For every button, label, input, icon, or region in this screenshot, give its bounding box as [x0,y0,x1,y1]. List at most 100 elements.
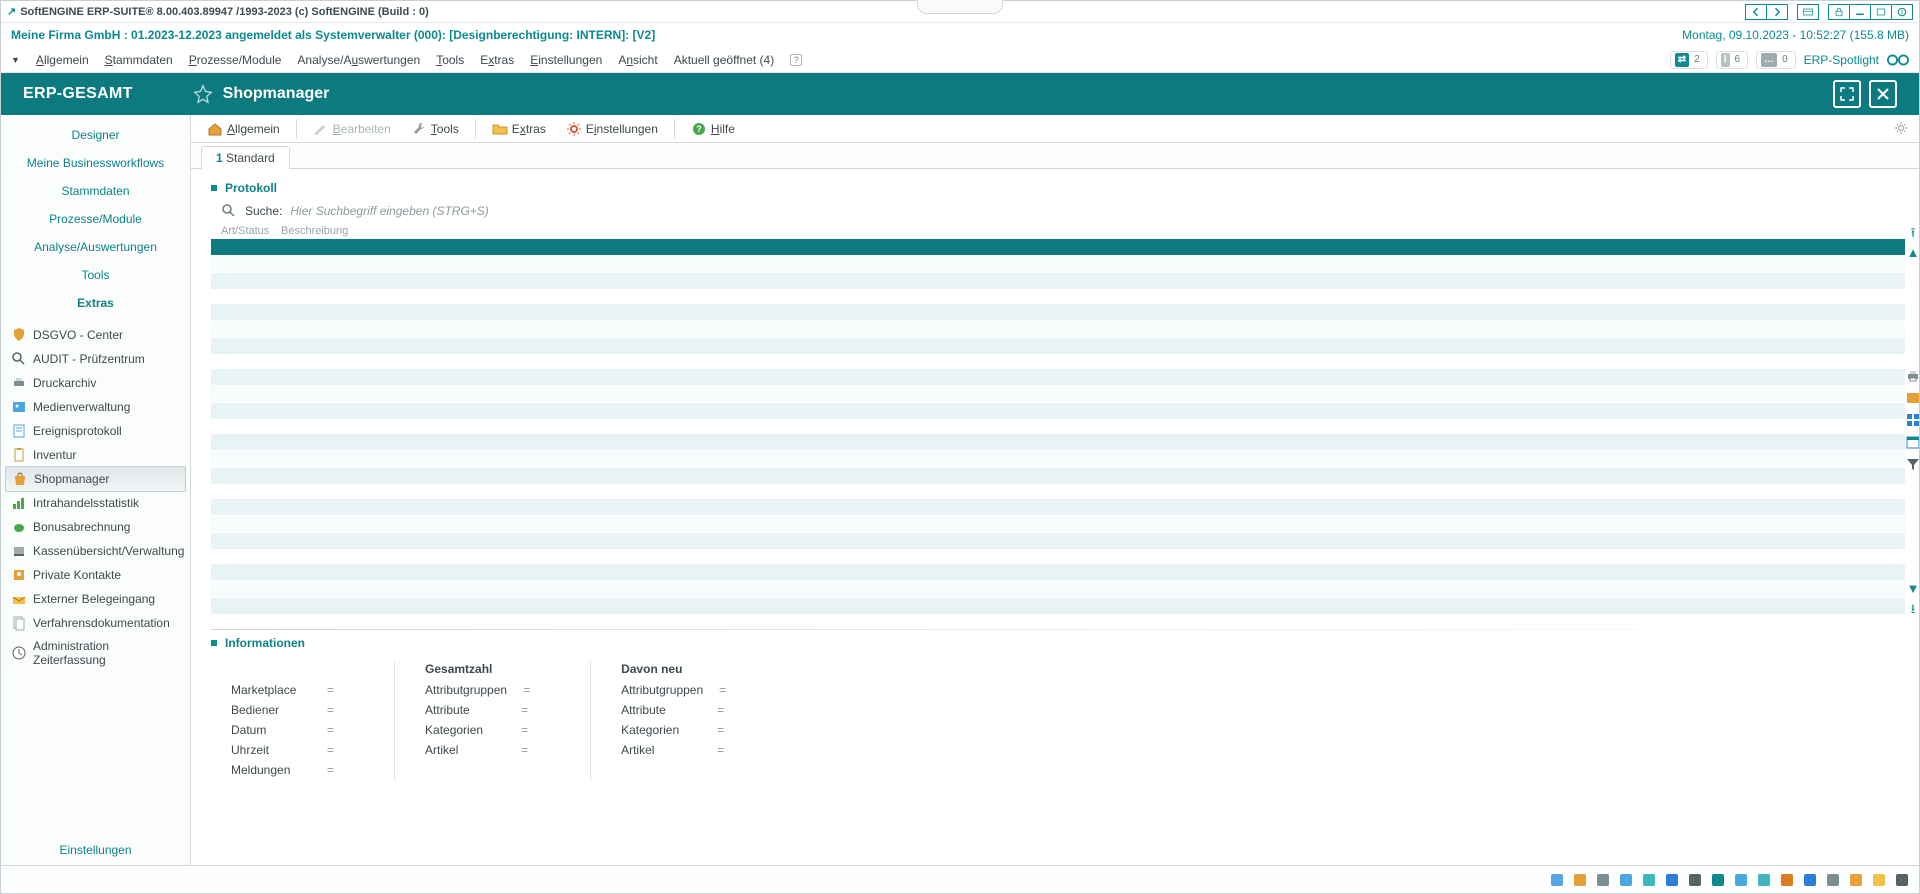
menu-ansicht[interactable]: Ansicht [618,53,657,67]
sidebar-item-bonusabrechnung[interactable]: Bonusabrechnung [1,515,190,539]
grid-row[interactable] [211,369,1905,385]
menu-dropdown-icon[interactable]: ▼ [11,55,20,65]
grid-row[interactable] [211,273,1905,289]
header-fullscreen-button[interactable] [1833,80,1861,108]
sidebar-nav-extras[interactable]: Extras [1,289,190,317]
grid-row[interactable] [211,239,1905,255]
status-tool-icon-7[interactable] [1686,871,1704,889]
sidebar-nav-prozesse-module[interactable]: Prozesse/Module [1,205,190,233]
menu-stammdaten[interactable]: Stammdaten [105,53,173,67]
grid-row[interactable] [211,468,1905,484]
grid-row[interactable] [211,403,1905,419]
toolbar-einstellungen-button[interactable]: Einstellungen [558,119,666,139]
protokoll-grid-body[interactable] [211,239,1905,614]
status-tool-icon-5[interactable] [1640,871,1658,889]
grid-row[interactable] [211,256,1905,272]
chrome-minimize-button[interactable] [1849,4,1871,20]
sidebar-nav-stammdaten[interactable]: Stammdaten [1,177,190,205]
status-pill-3[interactable]: …0 [1756,51,1796,69]
toolbar-extras-button[interactable]: Extras [484,119,554,139]
favorite-star-icon[interactable] [193,84,213,104]
status-tool-icon-12[interactable] [1801,871,1819,889]
menu-open-windows[interactable]: Aktuell geöffnet (4) [674,53,775,67]
status-tool-icon-6[interactable] [1663,871,1681,889]
status-tool-icon-16[interactable] [1893,871,1911,889]
grid-layout-icon[interactable] [1905,412,1919,428]
menu-prozesse[interactable]: Prozesse/Module [189,53,282,67]
grid-scroll-up-button[interactable]: ▲ [1906,245,1919,259]
sidebar-nav-tools[interactable]: Tools [1,261,190,289]
erp-spotlight-link[interactable]: ERP-Spotlight [1804,53,1879,67]
status-pill-1[interactable]: ⇄2 [1670,51,1708,69]
sidebar-item-verfahrensdokumentation[interactable]: Verfahrensdokumentation [1,611,190,635]
grid-export-icon[interactable] [1905,390,1919,406]
tab-standard[interactable]: 1 Standard [201,146,290,169]
grid-filter-icon[interactable] [1905,456,1919,472]
sidebar-item-medienverwaltung[interactable]: Medienverwaltung [1,395,190,419]
grid-row[interactable] [211,516,1905,532]
chrome-lock-button[interactable] [1828,4,1850,20]
status-tool-icon-15[interactable] [1870,871,1888,889]
grid-go-bottom-button[interactable]: ⭳ [1906,601,1919,615]
grid-calendar-icon[interactable] [1905,434,1919,450]
grid-row[interactable] [211,581,1905,597]
sidebar-nav-analyse-auswertungen[interactable]: Analyse/Auswertungen [1,233,190,261]
sidebar-item-druckarchiv[interactable]: Druckarchiv [1,371,190,395]
grid-scroll-down-button[interactable]: ▼ [1906,581,1919,595]
status-tool-icon-8[interactable] [1709,871,1727,889]
status-tool-icon-11[interactable] [1778,871,1796,889]
toolbar-hilfe-button[interactable]: ? Hilfe [683,119,743,139]
menu-analyse[interactable]: Analyse/Auswertungen [297,53,420,67]
grid-row[interactable] [211,386,1905,402]
status-tool-icon-13[interactable] [1824,871,1842,889]
grid-row[interactable] [211,304,1905,320]
grid-row[interactable] [211,434,1905,450]
sidebar-item-dsgvo-center[interactable]: DSGVO - Center [1,323,190,347]
status-tool-icon-2[interactable] [1571,871,1589,889]
menu-extras[interactable]: Extras [480,53,514,67]
sidebar-item-inventur[interactable]: Inventur [1,443,190,467]
sidebar-footer-link[interactable]: Einstellungen [1,835,190,865]
chrome-layout-button[interactable] [1797,4,1819,20]
sidebar-item-externer-belegeingang[interactable]: Externer Belegeingang [1,587,190,611]
menu-einstellungen[interactable]: Einstellungen [530,53,602,67]
header-close-button[interactable] [1869,80,1897,108]
status-tool-icon-3[interactable] [1594,871,1612,889]
search-input[interactable]: Hier Suchbegriff eingeben (STRG+S) [290,204,488,218]
toolbar-settings-gear-icon[interactable] [1893,120,1911,138]
grid-print-icon[interactable] [1905,368,1919,384]
grid-row[interactable] [211,533,1905,549]
grid-row[interactable] [211,564,1905,580]
chrome-close-button[interactable] [1891,4,1913,20]
sidebar-item-administration-zeiterfassung[interactable]: Administration Zeiterfassung [1,635,190,671]
grid-row[interactable] [211,598,1905,614]
grid-go-top-button[interactable]: ⭱ [1906,225,1919,239]
status-tool-icon-4[interactable] [1617,871,1635,889]
toolbar-allgemein-button[interactable]: Allgemein [199,119,288,139]
sidebar-item-private-kontakte[interactable]: Private Kontakte [1,563,190,587]
chrome-nav-back-button[interactable] [1745,4,1767,20]
sidebar-item-intrahandelsstatistik[interactable]: Intrahandelsstatistik [1,491,190,515]
chrome-restore-button[interactable] [1870,4,1892,20]
status-pill-2[interactable]: I6 [1716,51,1748,69]
sidebar-item-kassen-bersicht-verwaltung[interactable]: Kassenübersicht/Verwaltung [1,539,190,563]
grid-row[interactable] [211,499,1905,515]
toolbar-tools-button[interactable]: Tools [403,119,467,139]
status-tool-icon-1[interactable] [1548,871,1566,889]
grid-row[interactable] [211,338,1905,354]
menu-allgemein[interactable]: Allgemein [36,53,89,67]
grid-row[interactable] [211,321,1905,337]
menu-help-icon[interactable]: ? [790,54,802,66]
sidebar-nav-designer[interactable]: Designer [1,121,190,149]
sidebar-nav-meine-businessworkflows[interactable]: Meine Businessworkflows [1,149,190,177]
status-tool-icon-9[interactable] [1732,871,1750,889]
grid-row[interactable] [211,451,1905,467]
menu-tools[interactable]: Tools [436,53,464,67]
status-tool-icon-14[interactable] [1847,871,1865,889]
status-tool-icon-10[interactable] [1755,871,1773,889]
spotlight-goggles-icon[interactable] [1887,53,1909,67]
sidebar-item-audit-pr-fzentrum[interactable]: AUDIT - Prüfzentrum [1,347,190,371]
sidebar-item-ereignisprotokoll[interactable]: Ereignisprotokoll [1,419,190,443]
chrome-nav-fwd-button[interactable] [1766,4,1788,20]
sidebar-item-shopmanager[interactable]: Shopmanager [5,466,186,492]
